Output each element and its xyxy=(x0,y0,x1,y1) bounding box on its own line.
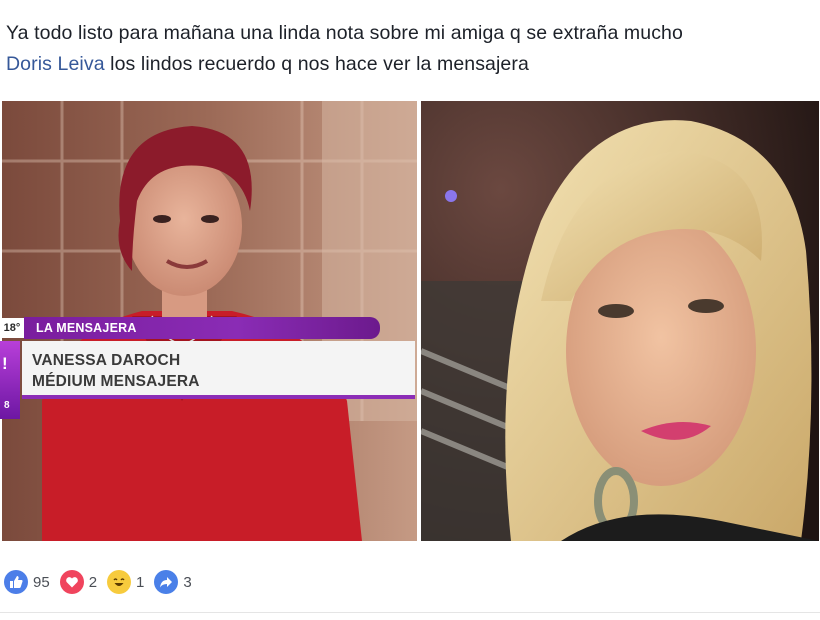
haha-count: 1 xyxy=(136,573,145,591)
reaction-share[interactable]: 3 xyxy=(154,570,192,594)
tv-channel-number: 18° xyxy=(0,318,24,338)
like-count: 95 xyxy=(33,573,50,591)
tv-header-text: LA MENSAJERA xyxy=(36,321,137,335)
laughing-face-icon xyxy=(107,570,132,594)
divider xyxy=(0,612,820,613)
tv-guest-name: VANESSA DAROCH xyxy=(32,352,181,369)
heart-icon xyxy=(59,570,84,594)
post-text-line1: Ya todo listo para mañana una linda nota… xyxy=(6,22,683,44)
tv-channel-logo xyxy=(0,341,20,419)
reaction-haha[interactable]: 1 xyxy=(107,570,144,594)
tv-guest-role: MÉDIUM MENSAJERA xyxy=(32,373,200,390)
share-arrow-icon xyxy=(154,570,179,594)
tv-logo-sub: 8 xyxy=(4,400,10,411)
tv-logo-mark: ! xyxy=(2,354,8,373)
selfie-photo xyxy=(421,101,819,541)
reactions-bar: 95 2 1 3 xyxy=(4,568,202,596)
photo-right[interactable] xyxy=(421,101,819,541)
love-count: 2 xyxy=(88,573,98,591)
thumbs-up-icon xyxy=(4,570,28,594)
reaction-love[interactable]: 2 xyxy=(59,570,98,594)
tv-accent-line xyxy=(22,395,415,399)
share-count: 3 xyxy=(183,573,192,591)
post-text: Ya todo listo para mañana una linda nota… xyxy=(6,18,816,80)
reaction-like[interactable]: 95 xyxy=(4,570,50,594)
post-text-line2: los lindos recuerdo q nos hace ver la me… xyxy=(104,53,529,75)
mention-link[interactable]: Doris Leiva xyxy=(6,53,105,75)
